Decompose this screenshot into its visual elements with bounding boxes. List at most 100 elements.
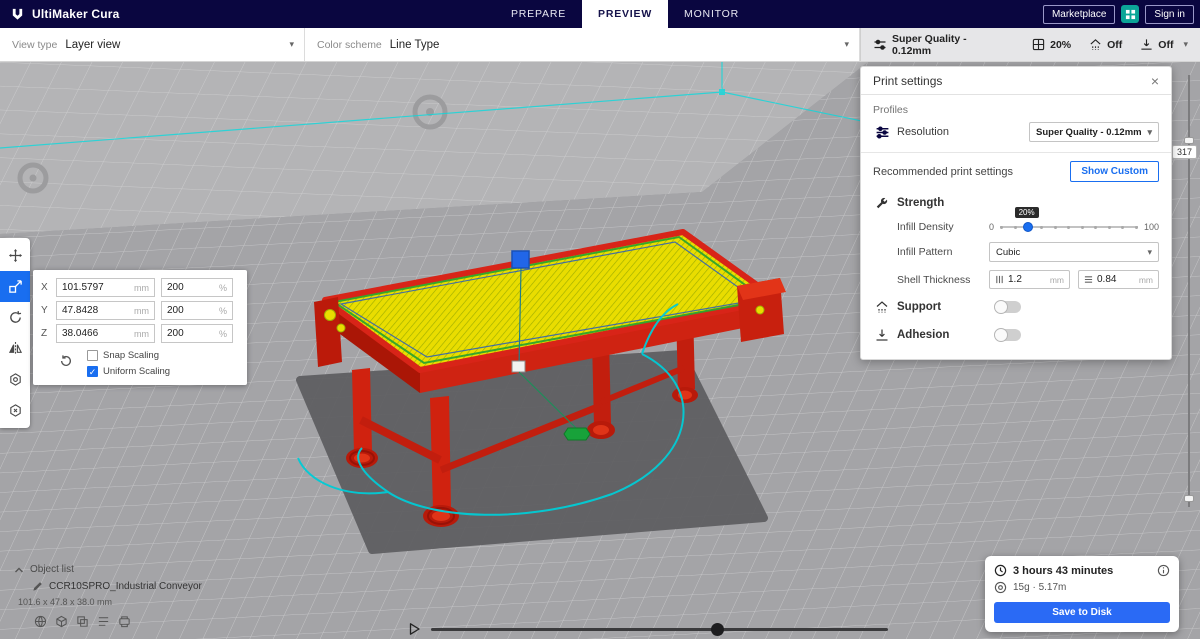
object-name: CCR10SPRO_Industrial Conveyor [49,581,202,592]
move-tool-button[interactable] [0,240,30,271]
object-list-toggle[interactable]: Object list [14,564,254,575]
mirror-tool-button[interactable] [0,333,30,364]
adhesion-toggle[interactable] [994,328,1021,342]
wall-thickness-input[interactable]: 1.2 mm [989,270,1070,289]
rotate-tool-button[interactable] [0,302,30,333]
resolution-dropdown[interactable]: Super Quality - 0.12mm ▾ [1029,122,1159,142]
viewport-quick-icons [34,615,254,628]
color-scheme-dropdown[interactable]: Color scheme Line Type ▾ [305,28,860,61]
edit-pencil-icon[interactable] [32,581,43,592]
uniform-scaling-box[interactable]: ✓ [87,366,98,377]
summary-adhesion: Off [1158,38,1174,51]
tab-monitor[interactable]: MONITOR [668,0,755,28]
tab-preview[interactable]: PREVIEW [582,0,669,28]
support-icon [873,300,891,314]
scale-row-y: Y 47.8428 mm 200% [41,301,239,320]
snap-scaling-checkbox[interactable]: Snap Scaling [87,350,170,361]
layer-slider-top-handle[interactable] [1184,137,1194,144]
support-blocker-tool-button[interactable] [0,395,30,426]
resolution-layers-icon [873,125,891,140]
collapse-settings-chevron-icon[interactable]: ▾ [1183,39,1188,50]
layer-range-slider[interactable]: 317 [1172,75,1200,507]
marketplace-button[interactable]: Marketplace [1042,4,1116,24]
current-layer-badge[interactable]: 317 [1172,145,1198,159]
adhesion-icon [873,328,891,342]
view-right-icon[interactable] [118,615,131,628]
app-title: UltiMaker Cura [32,7,120,21]
color-scheme-value: Line Type [389,38,440,51]
reset-scale-icon[interactable] [59,354,73,373]
view-left-icon[interactable] [97,615,110,628]
gizmo-green-handle[interactable] [563,427,591,441]
scale-x-size-input[interactable]: 101.5797 mm [56,278,155,297]
infill-density-label: Infill Density [897,221,954,233]
wall-lines-icon [995,275,1004,284]
scale-z-size-input[interactable]: 38.0466 mm [56,324,155,343]
print-settings-panel: Print settings × Profiles Resolution Sup… [860,66,1172,360]
show-custom-button[interactable]: Show Custom [1070,161,1159,182]
view-top-icon[interactable] [76,615,89,628]
scale-y-percent-input[interactable]: 200% [161,301,233,320]
print-time: 3 hours 43 minutes [1013,564,1114,577]
strength-wrench-icon [873,196,891,210]
slider-max-label: 100 [1143,222,1159,232]
slider-min-label: 0 [989,222,995,232]
summary-quality: Super Quality - 0.12mm [892,32,967,57]
app-header: UltiMaker Cura PREPARE PREVIEW MONITOR M… [0,0,1200,28]
axis-z-label: Z [41,328,48,339]
simulation-scrubber-handle[interactable] [711,623,724,636]
scale-row-z: Z 38.0466 mm 200% [41,324,239,343]
support-label: Support [897,301,942,313]
infill-density-slider-handle[interactable] [1022,222,1033,232]
ultimaker-logo-icon [10,7,25,22]
object-list-item[interactable]: CCR10SPRO_Industrial Conveyor [32,581,254,592]
infill-pattern-dropdown[interactable]: Cubic ▾ [989,242,1159,262]
shell-thickness-label: Shell Thickness [897,273,971,286]
view-type-dropdown[interactable]: View type Layer view ▾ [0,28,305,61]
info-icon[interactable] [1157,564,1170,577]
infill-icon [1032,38,1045,51]
clock-icon [994,564,1007,577]
layer-slider-bottom-handle[interactable] [1184,495,1194,502]
print-job-card: 3 hours 43 minutes 15g · 5.17m Save to D… [985,556,1179,632]
object-list-panel: Object list CCR10SPRO_Industrial Conveyo… [14,564,254,628]
view-3d-icon[interactable] [34,615,47,628]
snap-scaling-box[interactable] [87,350,98,361]
view-toolbar: View type Layer view ▾ Color scheme Line… [0,28,1200,62]
view-type-label: View type [12,38,58,51]
adhesion-label: Adhesion [897,329,950,341]
play-icon[interactable] [408,622,421,636]
resolution-label: Resolution [897,126,949,138]
view-type-value: Layer view [65,38,121,51]
material-usage: 15g · 5.17m [1013,582,1067,593]
scale-tool-button[interactable] [0,271,30,302]
scale-z-percent-input[interactable]: 200% [161,324,233,343]
per-model-settings-tool-button[interactable] [0,364,30,395]
sign-in-button[interactable]: Sign in [1145,4,1194,24]
top-bottom-lines-icon [1084,275,1093,284]
color-scheme-label: Color scheme [317,38,382,51]
top-bottom-thickness-input[interactable]: 0.84 mm [1078,270,1159,289]
gizmo-blue-handle[interactable] [511,250,530,269]
close-icon[interactable]: × [1151,74,1159,88]
chevron-down-icon: ▾ [289,39,294,49]
gizmo-center-handle[interactable] [511,360,526,373]
view-front-icon[interactable] [55,615,68,628]
save-to-disk-button[interactable]: Save to Disk [994,602,1170,623]
chevron-down-icon: ▾ [844,39,849,49]
infill-density-slider[interactable]: 20% [1000,207,1138,234]
recommended-settings-label: Recommended print settings [873,165,1014,178]
scale-y-size-input[interactable]: 47.8428 mm [56,301,155,320]
marketplace-apps-icon[interactable] [1121,5,1140,23]
print-settings-title: Print settings [873,73,943,88]
uniform-scaling-checkbox[interactable]: ✓ Uniform Scaling [87,366,170,377]
quality-sliders-icon [873,38,887,52]
axis-x-label: X [41,282,48,293]
scale-row-x: X 101.5797 mm 200% [41,278,239,297]
scale-x-percent-input[interactable]: 200% [161,278,233,297]
tab-prepare[interactable]: PREPARE [495,0,582,28]
support-toggle[interactable] [994,300,1021,314]
strength-section-title: Strength [897,197,945,209]
simulation-scrubber[interactable] [431,622,888,636]
print-settings-summary-bar[interactable]: Super Quality - 0.12mm 20% Off Off ▾ [860,28,1200,61]
